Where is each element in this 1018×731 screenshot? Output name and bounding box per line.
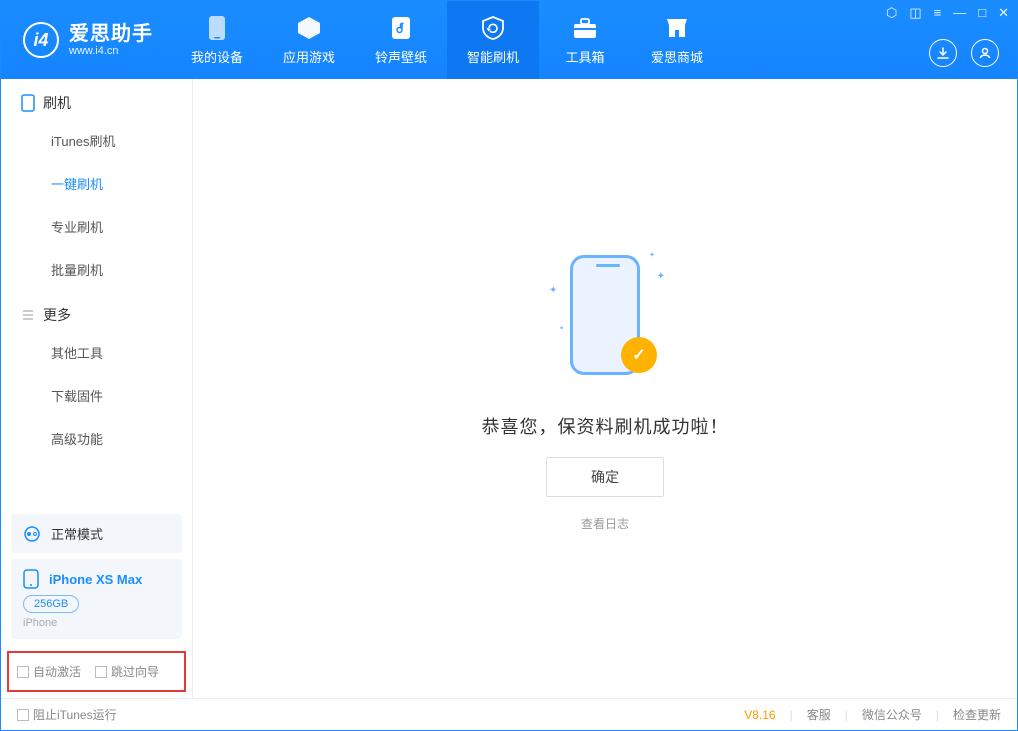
sidebar-group-flash: 刷机 [1, 79, 192, 119]
toolbox-icon [572, 15, 598, 41]
footer-link-wechat[interactable]: 微信公众号 [862, 706, 922, 723]
success-illustration: ✦ ✦ ✦ ✦ ✓ [545, 245, 665, 395]
group-title: 刷机 [43, 93, 71, 113]
maximize-button[interactable]: □ [978, 5, 986, 21]
device-box[interactable]: iPhone XS Max 256GB iPhone [11, 559, 182, 639]
checkbox-label: 阻止iTunes运行 [33, 706, 117, 723]
checkbox-icon [95, 666, 107, 678]
music-file-icon [388, 15, 414, 41]
main-tabs: 我的设备 应用游戏 铃声壁纸 智能刷机 工具箱 爱思商城 [171, 1, 723, 79]
check-icon: ✓ [621, 337, 657, 373]
header: i4 爱思助手 www.i4.cn 我的设备 应用游戏 铃声壁纸 智能刷机 工具… [1, 1, 1017, 79]
download-icon [936, 46, 950, 60]
shirt-icon[interactable]: ⬡ [886, 5, 897, 21]
tab-label: 工具箱 [565, 47, 604, 66]
tab-label: 我的设备 [191, 47, 243, 66]
auto-activate-checkbox[interactable]: 自动激活 [17, 663, 81, 680]
ok-button[interactable]: 确定 [546, 457, 664, 497]
mode-box[interactable]: 正常模式 [11, 514, 182, 553]
logo-icon: i4 [23, 22, 59, 58]
checkbox-icon [17, 666, 29, 678]
store-icon [664, 15, 690, 41]
storage-badge: 256GB [23, 595, 79, 613]
phone-icon [21, 94, 35, 112]
sidebar-item-other-tools[interactable]: 其他工具 [1, 331, 192, 374]
body: 刷机 iTunes刷机 一键刷机 专业刷机 批量刷机 更多 其他工具 下载固件 … [1, 79, 1017, 698]
options-row: 自动激活 跳过向导 [7, 651, 186, 692]
close-button[interactable]: ✕ [998, 5, 1009, 21]
tab-label: 智能刷机 [467, 47, 519, 66]
device-type: iPhone [23, 617, 170, 629]
checkbox-label: 跳过向导 [111, 663, 159, 680]
user-button[interactable] [971, 39, 999, 67]
tab-label: 铃声壁纸 [375, 47, 427, 66]
sidebar: 刷机 iTunes刷机 一键刷机 专业刷机 批量刷机 更多 其他工具 下载固件 … [1, 79, 193, 698]
group-title: 更多 [43, 305, 71, 325]
tab-toolbox[interactable]: 工具箱 [539, 1, 631, 79]
minimize-button[interactable]: — [953, 5, 966, 21]
tab-apps[interactable]: 应用游戏 [263, 1, 355, 79]
sidebar-group-more: 更多 [1, 291, 192, 331]
sidebar-item-oneclick-flash[interactable]: 一键刷机 [1, 162, 192, 205]
mode-icon [23, 525, 41, 543]
tab-label: 爱思商城 [651, 47, 703, 66]
tab-label: 应用游戏 [283, 47, 335, 66]
main-content: ✦ ✦ ✦ ✦ ✓ 恭喜您，保资料刷机成功啦！ 确定 查看日志 [193, 79, 1017, 698]
brand-name: 爱思助手 [69, 23, 153, 45]
success-message: 恭喜您，保资料刷机成功啦！ [482, 413, 729, 439]
sidebar-item-download-fw[interactable]: 下载固件 [1, 374, 192, 417]
menu-icon[interactable]: ≡ [934, 5, 942, 21]
tab-flash[interactable]: 智能刷机 [447, 1, 539, 79]
checkbox-icon [17, 709, 29, 721]
device-name: iPhone XS Max [49, 572, 142, 587]
footer-link-update[interactable]: 检查更新 [953, 706, 1001, 723]
block-itunes-checkbox[interactable]: 阻止iTunes运行 [17, 706, 117, 723]
version-label: V8.16 [744, 708, 775, 722]
window-controls: ⬡ ◫ ≡ — □ ✕ [886, 5, 1009, 21]
checkbox-label: 自动激活 [33, 663, 81, 680]
footer-link-support[interactable]: 客服 [807, 706, 831, 723]
user-icon [978, 46, 992, 60]
sidebar-item-advanced[interactable]: 高级功能 [1, 417, 192, 460]
logo[interactable]: i4 爱思助手 www.i4.cn [1, 1, 171, 79]
brand-sub: www.i4.cn [69, 45, 153, 57]
view-log-link[interactable]: 查看日志 [581, 515, 629, 532]
skip-guide-checkbox[interactable]: 跳过向导 [95, 663, 159, 680]
sidebar-item-itunes-flash[interactable]: iTunes刷机 [1, 119, 192, 162]
device-icon [23, 569, 39, 589]
tab-my-device[interactable]: 我的设备 [171, 1, 263, 79]
device-icon [204, 15, 230, 41]
download-button[interactable] [929, 39, 957, 67]
list-icon [21, 308, 35, 322]
mode-label: 正常模式 [51, 524, 103, 543]
footer: 阻止iTunes运行 V8.16 | 客服 | 微信公众号 | 检查更新 [1, 698, 1017, 730]
shield-refresh-icon [480, 15, 506, 41]
tab-store[interactable]: 爱思商城 [631, 1, 723, 79]
cube-icon [296, 15, 322, 41]
sidebar-item-pro-flash[interactable]: 专业刷机 [1, 205, 192, 248]
tab-ringtone[interactable]: 铃声壁纸 [355, 1, 447, 79]
lock-icon[interactable]: ◫ [909, 5, 921, 21]
sidebar-item-batch-flash[interactable]: 批量刷机 [1, 248, 192, 291]
header-right [929, 39, 999, 67]
